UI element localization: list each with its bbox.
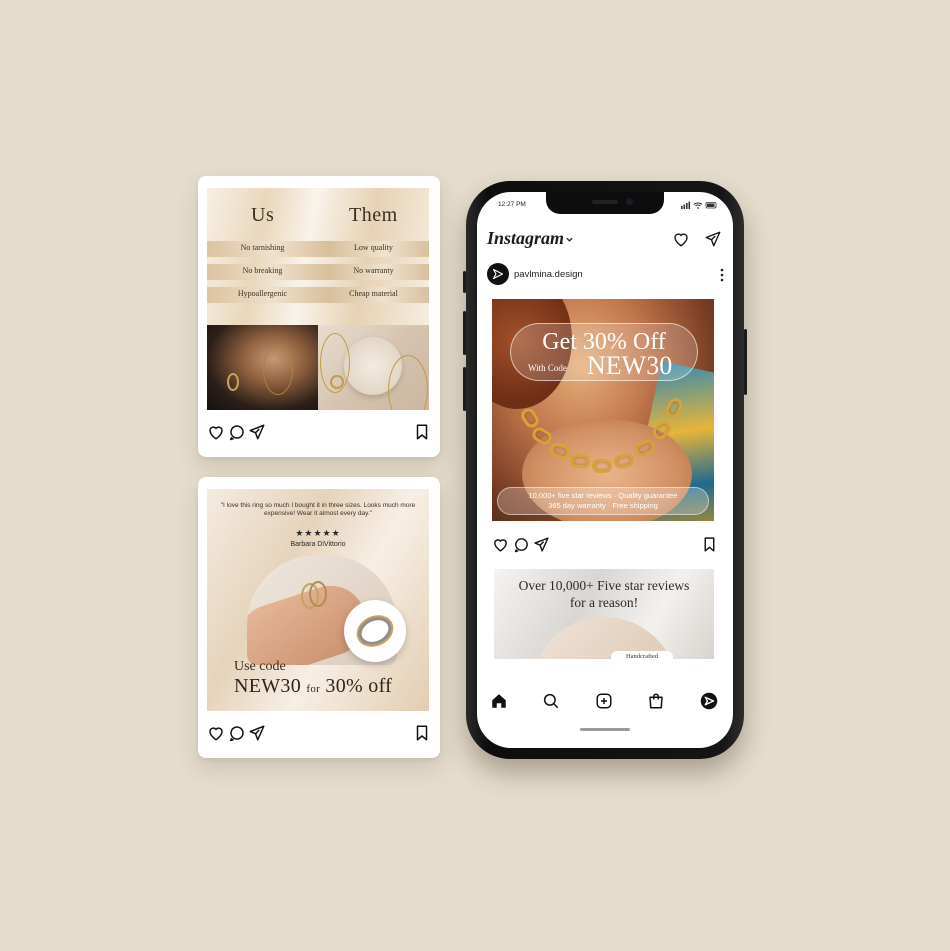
profile-avatar-icon[interactable] — [700, 692, 718, 710]
post-card-comparison: Us Them No tarnishing Low quality No bre… — [198, 176, 440, 457]
post-actions — [492, 536, 718, 554]
heading-them: Them — [349, 204, 398, 226]
discount-label: 30% off — [325, 675, 393, 697]
reviews-text: 10,000+ five star reviews · Quality guar… — [498, 491, 708, 511]
status-time: 12:27 PM — [498, 201, 526, 208]
comparison-row: Hypoallergenic Cheap material — [207, 287, 429, 303]
them-value: No warranty — [353, 266, 394, 275]
add-icon[interactable] — [595, 692, 613, 710]
review-quote: "I love this ring so much I bought it in… — [220, 502, 416, 517]
more-icon[interactable] — [720, 268, 724, 282]
shop-icon[interactable] — [647, 692, 665, 710]
send-icon[interactable] — [248, 724, 266, 742]
comparison-row: No breaking No warranty — [207, 264, 429, 280]
reviews-post-image[interactable]: Over 10,000+ Five star reviews for a rea… — [494, 569, 714, 659]
send-icon[interactable] — [533, 536, 550, 553]
reviewer-name: Barbara DiVittorio — [290, 541, 346, 548]
send-icon[interactable] — [248, 423, 266, 441]
avatar[interactable] — [487, 263, 509, 285]
home-indicator — [580, 728, 630, 731]
silent-switch — [463, 271, 466, 293]
with-code-label: With Code — [528, 363, 567, 373]
volume-up-button — [463, 311, 466, 355]
model-earring-photo — [207, 325, 318, 410]
discount-pill: Get 30% Off With Code NEW30 — [510, 323, 698, 381]
use-code-label: Use code — [234, 659, 286, 674]
reviews-line-1: 10,000+ five star reviews · Quality guar… — [528, 491, 678, 500]
notch — [546, 192, 664, 214]
status-icons — [681, 201, 717, 209]
us-value: No tarnishing — [240, 243, 285, 252]
bottom-nav — [477, 692, 733, 714]
us-value: Hypoallergenic — [237, 289, 288, 298]
reviews-line-2: 365 day warranty · Free shipping — [548, 501, 658, 510]
chevron-down-icon[interactable] — [565, 235, 574, 244]
reviews-title-line-1: Over 10,000+ Five star reviews — [518, 578, 690, 593]
rating-stars: ★★★★★ — [295, 528, 341, 538]
for-label: for — [306, 683, 321, 695]
post-actions — [207, 724, 431, 744]
phone-screen: 12:27 PM Instagram pavlmina.design Get 3… — [477, 192, 733, 748]
heading-us: Us — [251, 204, 275, 226]
heart-icon[interactable] — [492, 536, 509, 553]
comparison-row: No tarnishing Low quality — [207, 241, 429, 257]
promo-post-image[interactable]: Get 30% Off With Code NEW30 10,000+ five… — [492, 299, 714, 521]
post-card-review: "I love this ring so much I bought it in… — [198, 477, 440, 758]
phone-mockup: 12:27 PM Instagram pavlmina.design Get 3… — [463, 181, 747, 759]
comment-icon[interactable] — [228, 724, 246, 742]
jewelry-plate-photo — [318, 325, 429, 410]
reviews-title-line-2: for a reason! — [569, 595, 639, 610]
reviews-post-title: Over 10,000+ Five star reviews for a rea… — [494, 577, 714, 611]
bookmark-icon[interactable] — [413, 724, 431, 742]
them-value: Cheap material — [349, 289, 398, 298]
review-post-image[interactable]: "I love this ring so much I bought it in… — [207, 489, 429, 711]
search-icon[interactable] — [542, 692, 560, 710]
us-value: No breaking — [242, 266, 283, 275]
app-title: Instagram — [487, 228, 565, 248]
promo-code: NEW30 — [587, 351, 673, 380]
comment-icon[interactable] — [228, 423, 246, 441]
comparison-post-image[interactable]: Us Them No tarnishing Low quality No bre… — [207, 188, 429, 410]
heart-icon[interactable] — [672, 230, 690, 248]
username[interactable]: pavlmina.design — [514, 269, 583, 280]
heart-icon[interactable] — [207, 423, 225, 441]
promo-code: NEW30 — [234, 675, 302, 697]
comparison-panel: Us Them No tarnishing Low quality No bre… — [207, 188, 429, 325]
volume-down-button — [463, 367, 466, 411]
them-value: Low quality — [354, 243, 393, 252]
handcrafted-badge: Handcrafted — [611, 651, 673, 659]
comment-icon[interactable] — [513, 536, 530, 553]
heart-icon[interactable] — [207, 724, 225, 742]
power-button — [744, 329, 747, 395]
post-actions — [207, 423, 431, 443]
ring-closeup — [344, 600, 406, 662]
home-icon[interactable] — [490, 692, 508, 710]
bookmark-icon[interactable] — [701, 536, 718, 553]
reviews-pill: 10,000+ five star reviews · Quality guar… — [497, 487, 709, 515]
promo-code-line: NEW30 for 30% off — [234, 675, 392, 698]
send-icon[interactable] — [704, 230, 722, 248]
bookmark-icon[interactable] — [413, 423, 431, 441]
